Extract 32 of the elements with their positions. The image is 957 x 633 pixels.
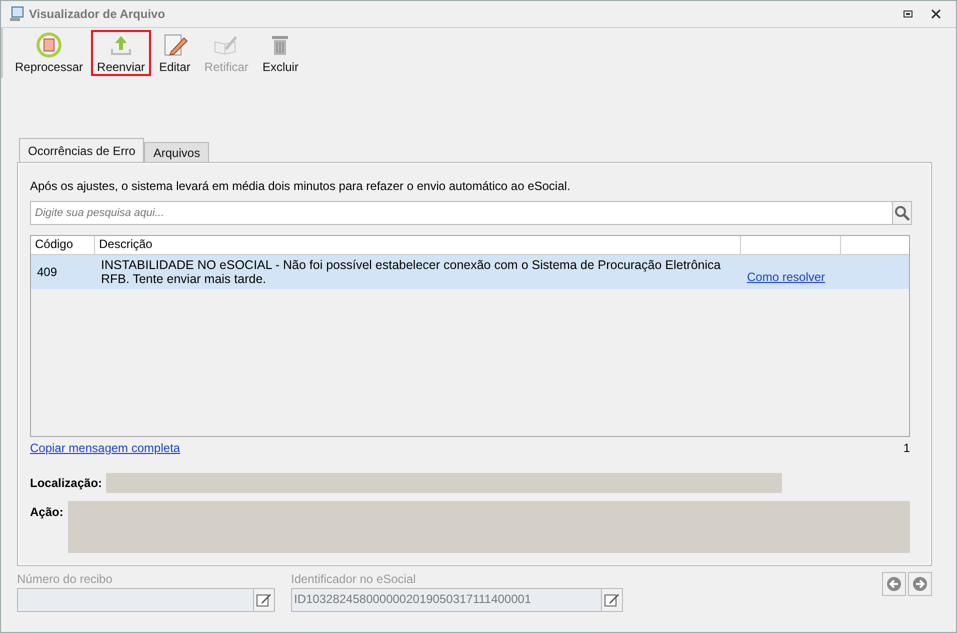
toolbar-button[interactable]: Excluir [256,30,304,76]
esocial-id-field[interactable]: ID1032824580000002019050317111400001 [291,588,623,612]
next-button[interactable] [908,572,932,596]
search-field[interactable]: Digite sua pesquisa aqui... [30,201,892,225]
monitor-icon [9,6,25,22]
pencil-icon [162,32,188,58]
search-icon[interactable] [892,201,912,225]
toolbar-button[interactable]: Reenviar [91,30,152,76]
window-title: Visualizador de Arquivo [29,7,166,21]
code-cell-text: 409 [36,264,58,281]
how-to-fix-link[interactable]: Como resolver [747,270,826,284]
field-label: Número do recibo [17,572,114,586]
toolbar-button[interactable]: Editar [153,30,196,76]
tab[interactable]: Arquivos [144,142,210,162]
edit-icon[interactable] [253,589,274,611]
edit-icon[interactable] [601,589,622,611]
restore-icon [903,9,913,19]
notice-text: Após os ajustes, o sistema levará em média dois minutos para refazer o envio automático ao eSocial. [30,179,572,193]
table-row[interactable]: 409 INSTABILIDADE NO eSOCIAL - Não foi possível estabelecer conexão com o Sistema de Procuração Eletrônica RFB. Tente enviar mais tarde. Como resolver [31,255,909,289]
field-label: Identificador no eSocial [291,572,417,586]
row-count: 1 [903,441,910,455]
action-label: Ação: [30,505,64,521]
description-cell-text: INSTABILIDADE NO eSOCIAL - Não foi possível estabelecer conexão com o Sistema de Procuração Eletrônica RFB. Tente enviar mais tarde. [100,257,722,288]
receipt-number-field[interactable] [17,588,275,612]
copy-message-link[interactable]: Copiar mensagem completa [30,441,180,455]
column-header: Código [31,236,95,254]
location-label: Localização: [30,476,102,490]
toolbar-button[interactable]: Reprocessar [9,30,90,76]
previous-button[interactable] [882,572,906,596]
tab[interactable]: Ocorrências de Erro [19,138,144,162]
close-icon [931,9,941,19]
column-header: Descrição [95,236,741,254]
